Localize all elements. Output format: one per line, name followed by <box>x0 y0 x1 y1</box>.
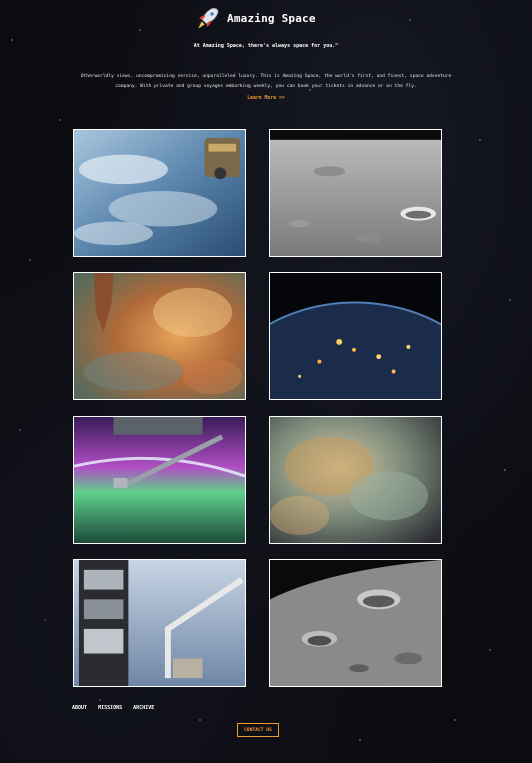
photo-gallery <box>73 129 444 689</box>
footer-link-about[interactable]: ABOUT <box>72 705 87 711</box>
tagline: At Amazing Space, there's always space f… <box>193 43 339 49</box>
footer-link-missions[interactable]: MISSIONS <box>98 705 122 711</box>
rocket-icon <box>198 7 219 29</box>
moon-surface-photo[interactable] <box>269 129 442 257</box>
moon-craters-photo[interactable] <box>269 559 442 687</box>
contact-us-button[interactable]: CONTACT US <box>237 723 279 737</box>
learn-more-link[interactable]: Learn More >> <box>0 96 532 101</box>
site-title: Amazing Space <box>227 11 316 25</box>
cosmic-cloud-photo[interactable] <box>269 416 442 544</box>
hubble-telescope-photo[interactable] <box>73 559 246 687</box>
nebula-pillar-photo[interactable] <box>73 272 246 400</box>
earth-night-lights-photo[interactable] <box>269 272 442 400</box>
earth-orbit-station-photo[interactable] <box>73 129 246 257</box>
intro-paragraph: Otherworldly views, uncompromising servi… <box>80 74 452 89</box>
logo[interactable]: Amazing Space <box>195 4 316 32</box>
footer-link-archive[interactable]: ARCHIVE <box>133 705 154 711</box>
footer-nav: ABOUT MISSIONS ARCHIVE <box>72 705 154 711</box>
aurora-robotic-arm-photo[interactable] <box>73 416 246 544</box>
